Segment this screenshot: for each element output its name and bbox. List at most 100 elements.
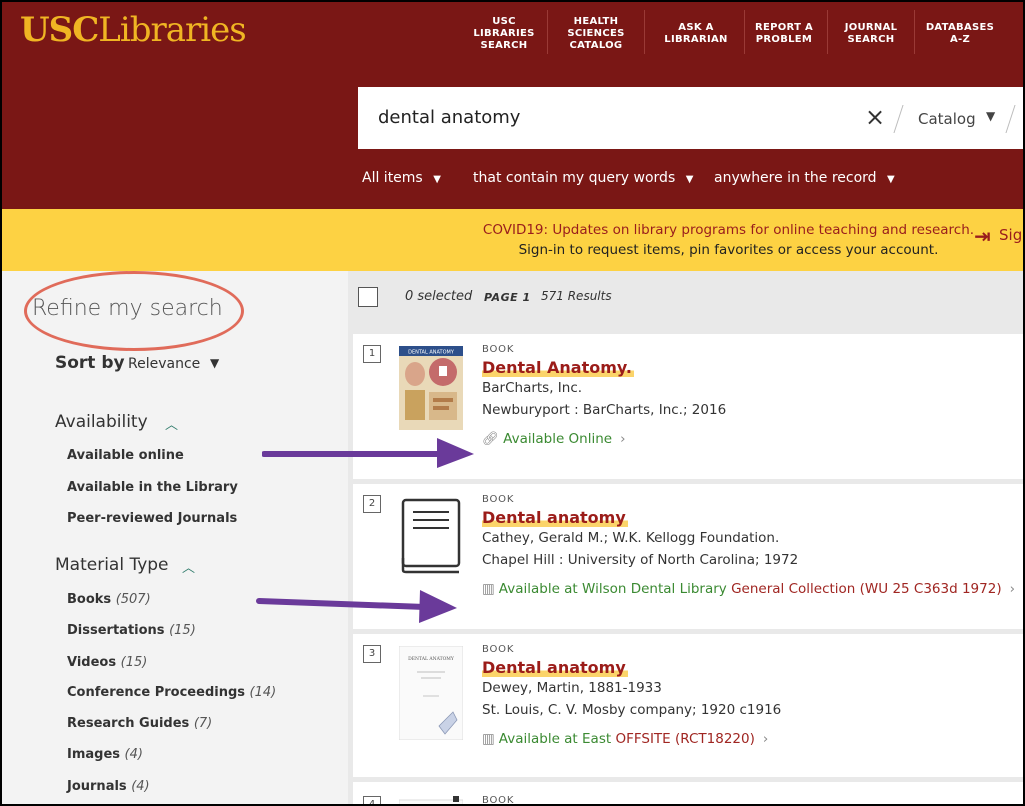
nav-text: PROBLEM xyxy=(755,34,813,45)
clear-search-icon[interactable]: × xyxy=(865,103,885,131)
nav-journal-search[interactable]: JOURNAL SEARCH xyxy=(834,10,908,58)
annotation-arrow-icon xyxy=(256,590,457,623)
page-frame: USCLibraries USC LIBRARIES SEARCH HEALTH SC… xyxy=(0,0,1025,806)
result-number[interactable]: 2 xyxy=(363,495,381,513)
facet-label: Conference Proceedings xyxy=(67,685,246,700)
sort-by-label: Sort by xyxy=(55,353,125,373)
sort-select[interactable]: Relevance xyxy=(128,356,200,372)
availability-link[interactable]: ▥ Available at East OFFSITE (RCT18220) › xyxy=(482,731,768,747)
select-all-checkbox[interactable] xyxy=(358,287,378,307)
facet-material-images[interactable]: Images (4) xyxy=(67,747,143,762)
facet-count: (7) xyxy=(193,716,213,731)
facet-available-online[interactable]: Available online xyxy=(67,448,184,463)
nav-health-sciences-catalog[interactable]: HEALTH SCIENCES CATALOG xyxy=(552,10,640,58)
facet-count: (4) xyxy=(131,779,150,794)
facet-material-dissertations[interactable]: Dissertations (15) xyxy=(67,623,196,638)
chevron-up-icon[interactable]: ︿ xyxy=(182,557,195,576)
usc-libraries-logo[interactable]: USCLibraries xyxy=(20,10,247,50)
result-title-link[interactable]: Dental Anatomy. xyxy=(482,358,634,377)
nav-text: DATABASES xyxy=(925,22,995,33)
refine-search-heading: Refine my search xyxy=(32,296,223,321)
nav-text: LIBRARIAN xyxy=(664,34,728,45)
library-shelf-icon: ▥ xyxy=(482,581,495,597)
item-type-dropdown[interactable]: All items ▼ xyxy=(362,170,441,186)
facet-material-conference[interactable]: Conference Proceedings (14) xyxy=(67,685,276,700)
availability-facet-heading[interactable]: Availability xyxy=(55,412,148,432)
search-input[interactable]: dental anatomy xyxy=(378,107,520,128)
facet-material-books[interactable]: Books (507) xyxy=(67,592,151,607)
chevron-up-icon[interactable]: ︿ xyxy=(165,414,178,433)
nav-report-a-problem[interactable]: REPORT A PROBLEM xyxy=(748,10,820,58)
book-cover-thumbnail[interactable]: DENTAL ANATOMY xyxy=(398,645,464,744)
nav-text: SEARCH xyxy=(480,40,528,51)
facet-peer-reviewed[interactable]: Peer-reviewed Journals xyxy=(67,511,237,526)
facet-label: Journals xyxy=(67,779,127,794)
book-placeholder-icon[interactable] xyxy=(399,498,463,578)
result-publisher: Chapel Hill : University of North Caroli… xyxy=(482,552,799,568)
facet-sidebar: Refine my search Sort by Relevance ▼ Ava… xyxy=(2,271,348,804)
link-icon: 🔗︎ xyxy=(482,431,500,447)
facet-label: Books xyxy=(67,592,112,607)
result-title-link[interactable]: Dental anatomy xyxy=(482,658,628,677)
nav-ask-a-librarian[interactable]: ASK A LIBRARIAN xyxy=(652,10,740,58)
thumb-title: DENTAL ANATOMY xyxy=(408,656,455,662)
nav-usc-libraries-search[interactable]: USC LIBRARIES SEARCH xyxy=(465,10,543,58)
page-indicator: PAGE 1 xyxy=(484,291,531,304)
facet-material-journals[interactable]: Journals (4) xyxy=(67,779,150,794)
result-type: BOOK xyxy=(482,344,515,355)
facet-count: (15) xyxy=(169,623,196,638)
announcement-banner: COVID19: Updates on library programs for… xyxy=(2,209,1023,271)
book-cover-thumbnail[interactable]: DENTAL ANATOMY xyxy=(399,346,463,434)
chevron-down-icon[interactable]: ▼ xyxy=(986,109,995,123)
facet-label: Dissertations xyxy=(67,623,165,638)
result-number[interactable]: 4 xyxy=(363,796,381,804)
match-type-dropdown[interactable]: that contain my query words ▼ xyxy=(473,170,693,186)
result-type: BOOK xyxy=(482,795,515,806)
nav-separator xyxy=(914,10,915,54)
caret-down-icon: ▼ xyxy=(685,174,694,185)
nav-separator xyxy=(547,10,548,54)
result-count: 571 Results xyxy=(541,289,612,303)
nav-text: ASK A xyxy=(678,22,714,33)
result-item[interactable]: 3 DENTAL ANATOMY BOOK Dental anatomy Dew… xyxy=(353,634,1023,777)
nav-databases-a-z[interactable]: DATABASES A-Z xyxy=(920,10,1000,58)
availability-link[interactable]: ▥ Available at Wilson Dental Library Gene… xyxy=(482,581,1015,597)
result-author: BarCharts, Inc. xyxy=(482,380,583,396)
field-dropdown[interactable]: anywhere in the record ▼ xyxy=(714,170,895,186)
logo-usc-text: USC xyxy=(20,10,99,50)
result-item[interactable]: 4 BOOK xyxy=(353,782,1023,806)
facet-available-in-library[interactable]: Available in the Library xyxy=(67,480,238,495)
result-type: BOOK xyxy=(482,494,515,505)
result-publisher: St. Louis, C. V. Mosby company; 1920 c19… xyxy=(482,702,782,718)
facet-material-videos[interactable]: Videos (15) xyxy=(67,655,147,670)
result-title-link[interactable]: Dental anatomy xyxy=(482,508,628,527)
facet-material-research-guides[interactable]: Research Guides (7) xyxy=(67,716,212,731)
divider xyxy=(893,105,904,133)
availability-status: Available at Wilson Dental Library xyxy=(498,581,727,597)
result-publisher: Newburyport : BarCharts, Inc.; 2016 xyxy=(482,402,727,418)
result-number[interactable]: 1 xyxy=(363,345,381,363)
sign-in-icon[interactable]: ⇥ xyxy=(974,224,991,248)
covid-update-link[interactable]: COVID19: Updates on library programs for… xyxy=(2,222,1023,238)
result-type: BOOK xyxy=(482,644,515,655)
search-scope-select[interactable]: Catalog xyxy=(918,110,976,128)
result-author: Dewey, Martin, 1881-1933 xyxy=(482,680,662,696)
material-type-facet-heading[interactable]: Material Type xyxy=(55,555,169,575)
facet-count: (507) xyxy=(115,592,151,607)
result-number[interactable]: 3 xyxy=(363,645,381,663)
chevron-right-icon: › xyxy=(762,731,769,747)
availability-status: Available at East xyxy=(498,731,612,747)
nav-text: SEARCH xyxy=(847,34,895,45)
chevron-right-icon: › xyxy=(1009,581,1015,597)
caret-down-icon[interactable]: ▼ xyxy=(210,356,219,370)
sign-in-link[interactable]: Sig xyxy=(999,226,1022,244)
availability-link[interactable]: 🔗︎ Available Online › xyxy=(482,431,626,447)
book-cover-thumbnail[interactable] xyxy=(398,796,464,804)
dropdown-label: that contain my query words xyxy=(473,170,676,186)
signin-message: Sign-in to request items, pin favorites … xyxy=(518,242,939,258)
dropdown-label: All items xyxy=(362,170,423,186)
nav-text: LIBRARIES xyxy=(473,28,535,39)
facet-count: (15) xyxy=(120,655,148,670)
annotation-arrow-icon xyxy=(262,438,474,468)
logo-libraries-text: Libraries xyxy=(98,10,246,50)
